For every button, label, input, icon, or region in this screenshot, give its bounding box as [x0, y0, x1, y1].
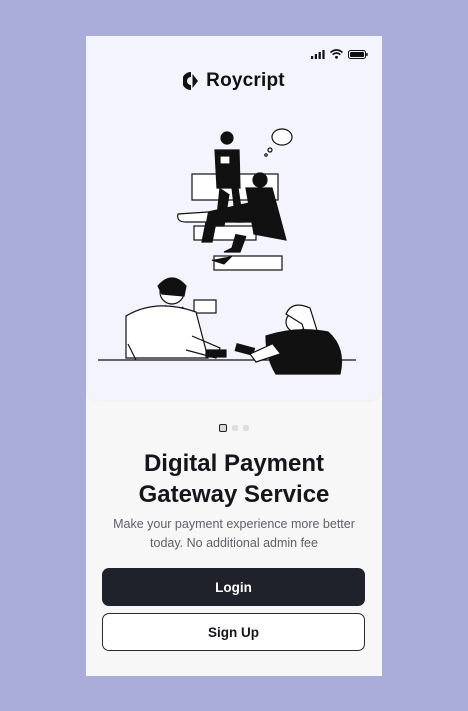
onboarding-subtitle: Make your payment experience more better… — [113, 517, 355, 550]
onboarding-illustration — [98, 128, 356, 375]
roycript-logo-icon — [183, 72, 199, 90]
wifi-icon — [330, 49, 343, 59]
onboarding-title: Digital Payment Gateway Service — [138, 450, 330, 508]
login-button[interactable]: Login — [102, 568, 365, 606]
cellular-signal-icon — [311, 49, 325, 59]
hero-panel: Roycript — [86, 36, 382, 400]
page-dot-3[interactable] — [243, 425, 249, 431]
status-bar — [311, 48, 368, 60]
page-dot-1[interactable] — [219, 424, 227, 432]
page-dot-2[interactable] — [232, 425, 238, 431]
battery-icon — [348, 49, 368, 59]
page-indicator — [86, 424, 382, 432]
brand-header: Roycript — [86, 70, 382, 92]
app-name: Roycript — [206, 70, 285, 91]
sign-up-button[interactable]: Sign Up — [102, 613, 365, 651]
phone-screen: Roycript Digital Payment Gateway Service… — [86, 36, 382, 676]
